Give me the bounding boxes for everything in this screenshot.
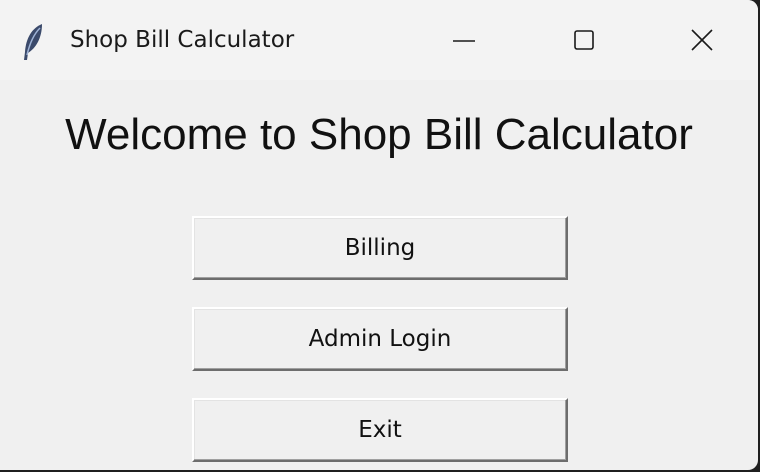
close-icon — [690, 28, 714, 52]
minimize-button[interactable] — [408, 0, 520, 80]
app-window: Shop Bill Calculator Welcome to Shop Bil… — [0, 0, 758, 470]
admin-login-button[interactable]: Admin Login — [192, 307, 568, 371]
maximize-button[interactable] — [528, 0, 640, 80]
welcome-heading: Welcome to Shop Bill Calculator — [65, 110, 693, 159]
maximize-icon — [573, 29, 595, 51]
exit-button[interactable]: Exit — [192, 398, 568, 462]
title-bar[interactable]: Shop Bill Calculator — [0, 0, 758, 80]
billing-button[interactable]: Billing — [192, 216, 568, 280]
minimize-icon — [452, 28, 476, 52]
window-title: Shop Bill Calculator — [70, 27, 295, 53]
close-button[interactable] — [646, 0, 758, 80]
feather-icon — [20, 22, 48, 62]
